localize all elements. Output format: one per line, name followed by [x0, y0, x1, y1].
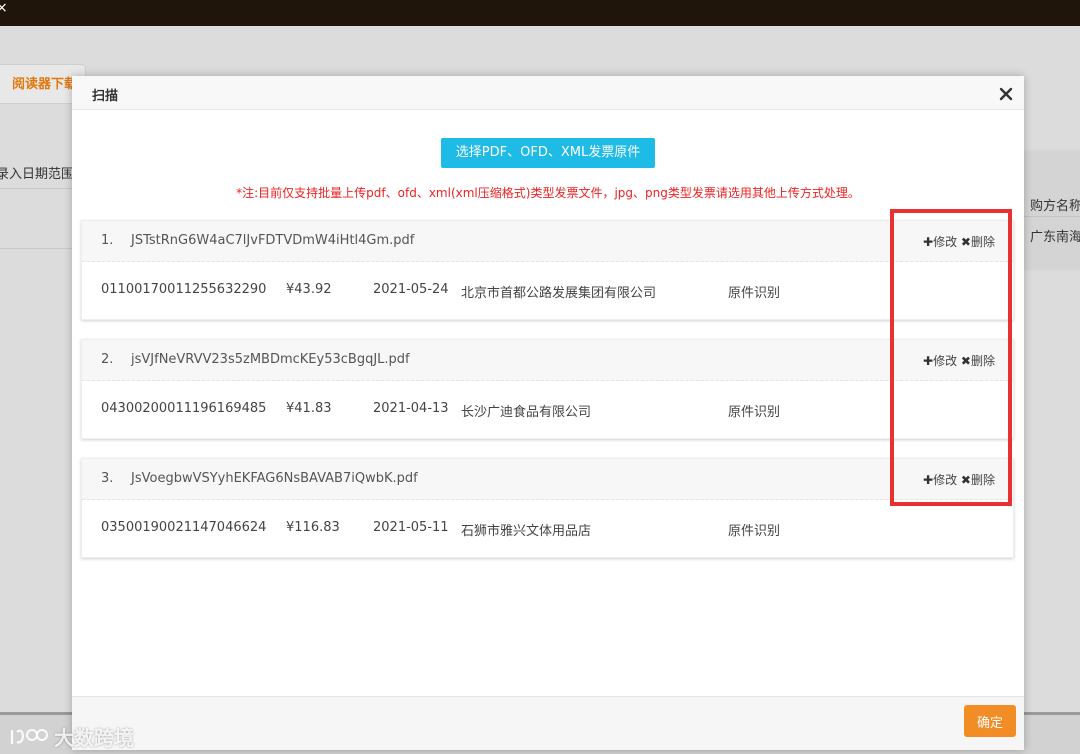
invoice-card-body: 01100170011255632290 ¥43.92 2021-05-24 北… [82, 262, 1013, 320]
invoice-seller: 北京市首都公路发展集团有限公司 [461, 286, 657, 301]
invoice-index: 2. [101, 352, 114, 367]
invoice-code: 01100170011255632290 [101, 282, 267, 297]
plus-icon: ✚ [923, 235, 934, 249]
invoice-card-body: 04300200011196169485 ¥41.83 2021-04-13 长… [82, 381, 1013, 439]
delete-label: 删除 [970, 354, 995, 368]
top-bar: × [0, 0, 1080, 26]
invoice-date: 2021-04-13 [373, 401, 449, 416]
invoice-index: 1. [101, 233, 114, 248]
invoice-amount: ¥43.92 [286, 282, 332, 297]
delete-label: 删除 [970, 235, 995, 249]
divider [0, 248, 72, 249]
delete-button[interactable]: ✖删除 [961, 235, 995, 249]
delete-button[interactable]: ✖删除 [961, 473, 995, 487]
x-icon: ✖ [960, 473, 971, 487]
invoice-card-header: 1. JSTstRnG6W4aC7lJvFDTVDmW4iHtl4Gm.pdf … [82, 221, 1013, 262]
divider [0, 188, 72, 189]
select-invoice-file-button[interactable]: 选择PDF、OFD、XML发票原件 [441, 138, 655, 168]
invoice-date: 2021-05-11 [373, 520, 449, 535]
invoice-filename: JSTstRnG6W4aC7lJvFDTVDmW4iHtl4Gm.pdf [131, 233, 415, 248]
edit-button[interactable]: ✚修改 [923, 354, 957, 368]
dialog-header: 扫描 [72, 76, 1024, 110]
watermark-text: 大数跨境 [54, 726, 134, 750]
invoice-type: 原件识别 [728, 286, 781, 301]
date-range-label: 录入日期范围 [0, 167, 75, 182]
confirm-button[interactable]: 确定 [964, 705, 1016, 737]
invoice-code: 03500190021147046624 [101, 520, 267, 535]
close-icon[interactable] [998, 86, 1014, 102]
edit-label: 修改 [933, 354, 958, 368]
edit-button[interactable]: ✚修改 [923, 473, 957, 487]
upload-note: *注:目前仅支持批量上传pdf、ofd、xml(xml压缩格式)类型发票文件，j… [236, 186, 860, 200]
invoice-seller: 长沙广迪食品有限公司 [461, 405, 592, 420]
invoice-date: 2021-05-24 [373, 282, 449, 297]
divider [1024, 216, 1080, 217]
dialog-title: 扫描 [92, 89, 119, 104]
table-cell-buyer: 广东南海 [1030, 230, 1080, 245]
watermark: 大数跨境 [8, 722, 134, 751]
edit-button[interactable]: ✚修改 [923, 235, 957, 249]
dialog-footer: 确定 [72, 696, 1024, 750]
invoice-amount: ¥116.83 [286, 520, 340, 535]
invoice-card-header: 2. jsVJfNeVRVV23s5zMBDmcKEy53cBgqJL.pdf … [82, 340, 1013, 381]
invoice-amount: ¥41.83 [286, 401, 332, 416]
invoice-type: 原件识别 [728, 524, 781, 539]
plus-icon: ✚ [923, 473, 934, 487]
invoice-filename: JsVoegbwVSYyhEKFAG6NsBAVAB7iQwbK.pdf [131, 471, 418, 486]
topbar-close-icon[interactable]: × [0, 0, 8, 16]
plus-icon: ✚ [923, 354, 934, 368]
invoice-actions: ✚修改 ✖删除 [923, 471, 995, 488]
invoice-index: 3. [101, 471, 114, 486]
watermark-logo-icon [10, 728, 48, 744]
invoice-card: 3. JsVoegbwVSYyhEKFAG6NsBAVAB7iQwbK.pdf … [81, 458, 1014, 558]
invoice-card: 2. jsVJfNeVRVV23s5zMBDmcKEy53cBgqJL.pdf … [81, 339, 1014, 439]
invoice-type: 原件识别 [728, 405, 781, 420]
x-icon: ✖ [960, 354, 971, 368]
edit-label: 修改 [933, 235, 958, 249]
delete-button[interactable]: ✖删除 [961, 354, 995, 368]
invoice-card-header: 3. JsVoegbwVSYyhEKFAG6NsBAVAB7iQwbK.pdf … [82, 459, 1013, 500]
invoice-code: 04300200011196169485 [101, 401, 267, 416]
x-icon: ✖ [960, 235, 971, 249]
edit-label: 修改 [933, 473, 958, 487]
scan-dialog: 扫描 选择PDF、OFD、XML发票原件 *注:目前仅支持批量上传pdf、ofd… [72, 76, 1024, 750]
table-header-buyer: 购方名称 [1030, 199, 1080, 214]
invoice-seller: 石狮市雅兴文体用品店 [461, 524, 592, 539]
invoice-filename: jsVJfNeVRVV23s5zMBDmcKEy53cBgqJL.pdf [131, 352, 410, 367]
invoice-card: 1. JSTstRnG6W4aC7lJvFDTVDmW4iHtl4Gm.pdf … [81, 220, 1014, 320]
invoice-actions: ✚修改 ✖删除 [923, 233, 995, 250]
delete-label: 删除 [970, 473, 995, 487]
invoice-card-body: 03500190021147046624 ¥116.83 2021-05-11 … [82, 500, 1013, 558]
invoice-actions: ✚修改 ✖删除 [923, 352, 995, 369]
